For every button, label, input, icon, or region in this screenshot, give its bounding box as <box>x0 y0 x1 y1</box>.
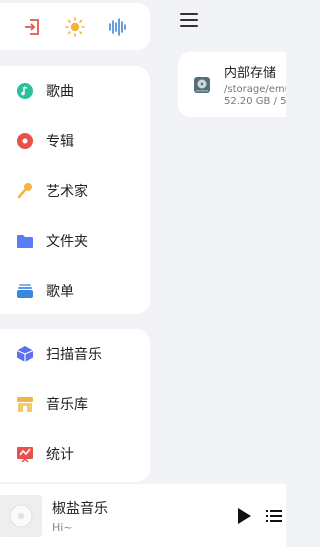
menu-item-songs[interactable]: 歌曲 <box>0 66 150 116</box>
menu-icon[interactable] <box>180 13 198 27</box>
music-disc-icon <box>16 82 34 100</box>
menu-item-label: 扫描音乐 <box>46 347 102 363</box>
queue-button[interactable] <box>264 506 284 526</box>
track-info[interactable]: 椒盐音乐 Hi~ <box>52 498 234 534</box>
app-root: 歌曲 专辑 艺术家 文件夹 歌单 扫描音乐 音乐库 统计 内部存储 /stora… <box>0 0 286 547</box>
menu-item-label: 音乐库 <box>46 397 88 413</box>
scan-icon <box>16 345 34 363</box>
menu-item-label: 艺术家 <box>46 184 88 200</box>
playlist-icon <box>16 282 34 300</box>
menu-item-stats[interactable]: 统计 <box>0 429 150 479</box>
menu-item-label: 歌曲 <box>46 84 74 100</box>
album-icon <box>16 132 34 150</box>
menu-item-scan[interactable]: 扫描音乐 <box>0 329 150 379</box>
menu-item-library[interactable]: 音乐库 <box>0 379 150 429</box>
folder-icon <box>16 232 34 250</box>
menu-item-albums[interactable]: 专辑 <box>0 116 150 166</box>
storage-usage: 52.20 GB / 56 <box>224 95 286 107</box>
store-icon <box>16 395 34 413</box>
waveform-icon[interactable] <box>108 17 128 37</box>
mini-player[interactable]: 椒盐音乐 Hi~ <box>0 484 286 547</box>
play-icon <box>238 507 251 524</box>
sun-icon[interactable] <box>65 16 85 37</box>
storage-info: 内部存储 /storage/emulated/0 52.20 GB / 56 <box>224 62 286 108</box>
track-title: 椒盐音乐 <box>52 500 108 517</box>
hard-drive-icon <box>194 76 210 93</box>
stats-icon <box>16 445 34 463</box>
microphone-icon <box>16 182 34 200</box>
menu-item-label: 统计 <box>46 447 74 463</box>
storage-path: /storage/emulated/0 <box>224 83 286 95</box>
quick-actions-card <box>0 3 150 50</box>
disc-icon <box>9 504 33 527</box>
play-button[interactable] <box>234 506 254 526</box>
menu-item-label: 歌单 <box>46 284 74 300</box>
menu-item-artists[interactable]: 艺术家 <box>0 166 150 216</box>
album-cover[interactable] <box>0 494 42 537</box>
library-menu: 歌曲 专辑 艺术家 文件夹 歌单 <box>0 66 150 314</box>
menu-item-label: 文件夹 <box>46 234 88 250</box>
exit-icon[interactable] <box>22 17 42 37</box>
menu-item-label: 专辑 <box>46 134 74 150</box>
storage-title: 内部存储 <box>224 65 277 81</box>
tools-menu: 扫描音乐 音乐库 统计 <box>0 329 150 482</box>
menu-item-playlists[interactable]: 歌单 <box>0 266 150 316</box>
storage-card[interactable]: 内部存储 /storage/emulated/0 52.20 GB / 56 <box>178 52 286 117</box>
track-artist: Hi~ <box>52 520 73 534</box>
menu-item-folders[interactable]: 文件夹 <box>0 216 150 266</box>
queue-list-icon <box>266 509 282 522</box>
